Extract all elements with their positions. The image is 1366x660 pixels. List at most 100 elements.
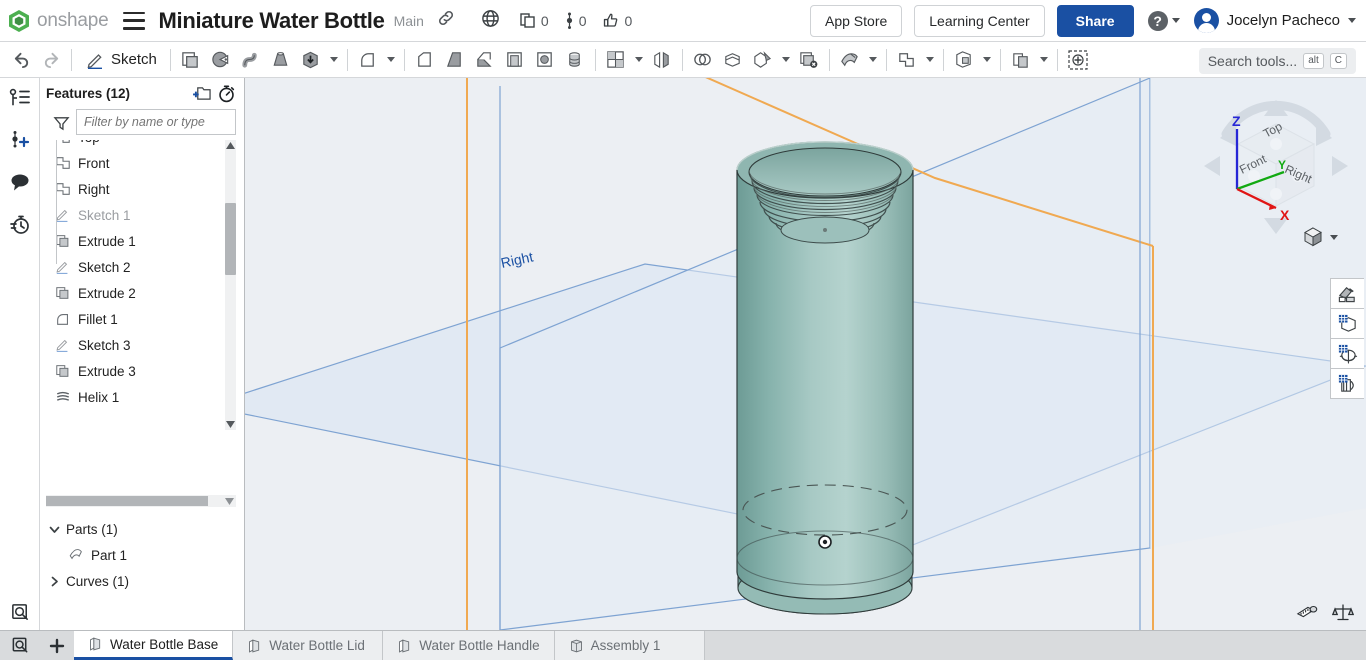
measure-ruler-icon[interactable]: [1294, 600, 1320, 624]
hole-icon[interactable]: [530, 45, 560, 75]
scroll-down-arrow[interactable]: [225, 419, 236, 430]
app-store-button[interactable]: App Store: [810, 5, 902, 37]
chevron-right-icon[interactable]: [48, 575, 60, 587]
transform-icon[interactable]: [748, 45, 778, 75]
search-tools-button[interactable]: Search tools... alt C: [1199, 48, 1356, 74]
tab-water-bottle-lid[interactable]: Water Bottle Lid: [233, 631, 383, 660]
globe-icon[interactable]: [481, 9, 500, 33]
feature-tree-vscrollbar[interactable]: [225, 140, 236, 430]
branch-versions-icon[interactable]: [6, 84, 34, 112]
pattern-icon[interactable]: [601, 45, 631, 75]
chevron-down-icon[interactable]: [326, 45, 342, 75]
versions-stat[interactable]: 0: [565, 12, 587, 30]
thicken-icon[interactable]: [296, 45, 326, 75]
derived-icon[interactable]: [949, 45, 979, 75]
delete-face-icon[interactable]: [794, 45, 824, 75]
hscroll-thumb[interactable]: [46, 496, 208, 506]
filter-funnel-icon[interactable]: [50, 112, 72, 134]
hscroll-right-arrow[interactable]: [223, 495, 236, 507]
fillet-icon[interactable]: [353, 45, 383, 75]
redo-icon[interactable]: [36, 45, 66, 75]
feature-tree-item[interactable]: Extrude 1: [40, 228, 245, 254]
mass-properties-scale-icon[interactable]: [1330, 600, 1356, 624]
link-icon[interactable]: [437, 9, 455, 32]
view-cube[interactable]: Top Front Right Z X Y: [1196, 86, 1356, 246]
feature-tree-item[interactable]: Sketch 2: [40, 254, 245, 280]
sketch-button[interactable]: Sketch: [77, 45, 165, 75]
feature-tree-hscrollbar[interactable]: [46, 495, 236, 507]
feature-tree-item[interactable]: Front: [40, 150, 245, 176]
rollback-timer-icon[interactable]: [214, 81, 238, 105]
feature-tree-item[interactable]: Extrude 2: [40, 280, 245, 306]
chevron-down-icon[interactable]: [922, 45, 938, 75]
tab-assembly-1[interactable]: Assembly 1: [555, 631, 705, 660]
display-mode-button[interactable]: [1302, 226, 1338, 248]
help-menu[interactable]: ?: [1148, 11, 1180, 31]
versions-count: 0: [579, 13, 587, 29]
draft-icon[interactable]: [440, 45, 470, 75]
scroll-up-arrow[interactable]: [225, 140, 236, 151]
boolean-icon[interactable]: [688, 45, 718, 75]
appearance-icon[interactable]: [1330, 278, 1364, 309]
composite-part-icon[interactable]: [1006, 45, 1036, 75]
chevron-down-icon[interactable]: [48, 523, 60, 535]
feature-tree-item[interactable]: Sketch 1: [40, 202, 245, 228]
feature-tree-item[interactable]: Top: [40, 140, 245, 150]
share-button[interactable]: Share: [1057, 5, 1134, 37]
loft-icon[interactable]: [266, 45, 296, 75]
search-document-icon[interactable]: [6, 598, 34, 626]
feature-tree-item[interactable]: Fillet 1: [40, 306, 245, 332]
part-studio-icon: [247, 638, 262, 653]
feature-tree-item[interactable]: Helix 1: [40, 384, 245, 410]
svg-text:Y: Y: [1278, 158, 1286, 172]
feature-tree-item-label: Extrude 2: [78, 286, 136, 301]
section-icon[interactable]: [1330, 368, 1364, 399]
shell-icon[interactable]: [500, 45, 530, 75]
graphics-viewport[interactable]: Right: [245, 78, 1366, 630]
chevron-down-icon[interactable]: [865, 45, 881, 75]
learning-center-button[interactable]: Learning Center: [914, 5, 1044, 37]
user-menu[interactable]: Jocelyn Pacheco: [1194, 8, 1356, 33]
sheet-metal-icon[interactable]: [835, 45, 865, 75]
helix-icon[interactable]: [560, 45, 590, 75]
chevron-down-icon[interactable]: [1036, 45, 1052, 75]
sweep-icon[interactable]: [236, 45, 266, 75]
rib-icon[interactable]: [470, 45, 500, 75]
hamburger-icon[interactable]: [123, 12, 145, 30]
chevron-down-icon[interactable]: [383, 45, 399, 75]
mirror-icon[interactable]: [647, 45, 677, 75]
onshape-logo[interactable]: onshape: [8, 9, 109, 33]
chevron-down-icon[interactable]: [979, 45, 995, 75]
revolve-icon[interactable]: [206, 45, 236, 75]
extrude-icon[interactable]: [176, 45, 206, 75]
feature-tree[interactable]: TopFrontRightSketch 1Extrude 1Sketch 2 Ex…: [40, 140, 245, 440]
feature-tree-item[interactable]: Right: [40, 176, 245, 202]
display-state-icon[interactable]: [1330, 308, 1364, 339]
new-folder-icon[interactable]: [190, 81, 214, 105]
feature-tree-item[interactable]: Sketch 3: [40, 332, 245, 358]
comment-icon[interactable]: [6, 168, 34, 196]
likes-stat[interactable]: 0: [603, 12, 633, 29]
filter-input[interactable]: [76, 109, 236, 135]
tab-water-bottle-handle[interactable]: Water Bottle Handle: [383, 631, 554, 660]
render-icon[interactable]: [1330, 338, 1364, 369]
chevron-down-icon[interactable]: [778, 45, 794, 75]
plane-icon[interactable]: [892, 45, 922, 75]
feature-tree-item[interactable]: Extrude 3: [40, 358, 245, 384]
chevron-down-icon[interactable]: [631, 45, 647, 75]
add-version-icon[interactable]: [6, 126, 34, 154]
tab-label: Water Bottle Lid: [269, 638, 365, 653]
add-tab-icon[interactable]: [40, 631, 74, 660]
split-icon[interactable]: [718, 45, 748, 75]
feature-group-curves_group[interactable]: Curves (1): [40, 568, 245, 594]
tab-water-bottle-base[interactable]: Water Bottle Base: [74, 631, 233, 660]
chamfer-icon[interactable]: [410, 45, 440, 75]
history-icon[interactable]: [6, 210, 34, 238]
copies-stat[interactable]: 0: [520, 12, 549, 29]
vscroll-thumb[interactable]: [225, 203, 236, 275]
insert-feature-icon[interactable]: [1063, 45, 1093, 75]
undo-icon[interactable]: [6, 45, 36, 75]
feature-group-item[interactable]: Part 1: [40, 542, 245, 568]
feature-group-parts_group[interactable]: Parts (1): [40, 516, 245, 542]
tab-search-icon[interactable]: [0, 631, 40, 660]
